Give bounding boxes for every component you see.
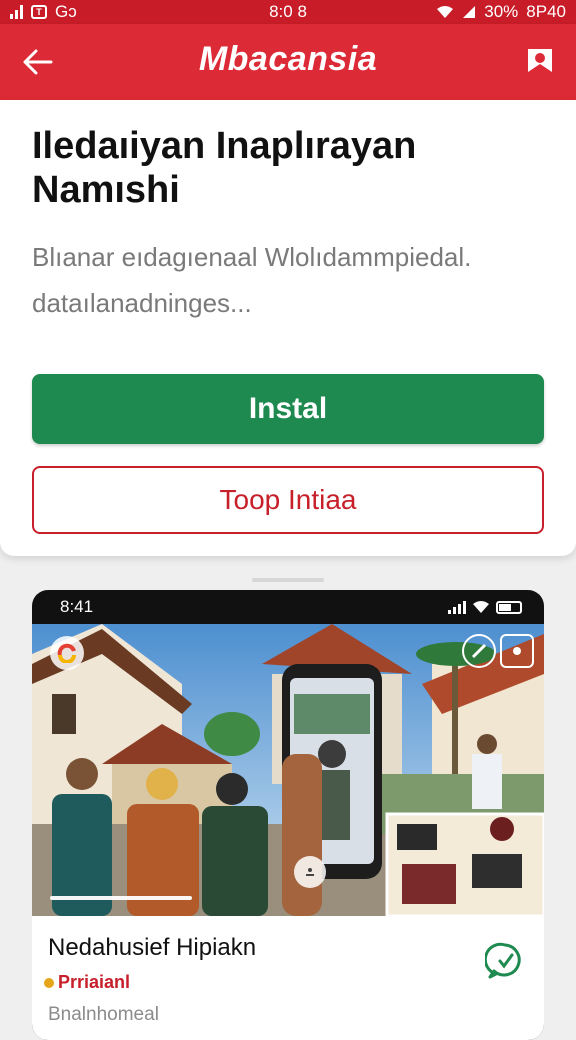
phone-status-icons [448, 600, 522, 614]
status-left: T Gↄ [10, 2, 77, 22]
phone-preview: 8:41 Nedahusief Hipiakn Prriaianl Bnalnh… [32, 590, 544, 1040]
signal-icon [10, 5, 23, 19]
news-title[interactable]: Nedahusief Hipiakn [48, 934, 256, 962]
status-extra: 8P40 [526, 2, 566, 21]
news-info-panel: Nedahusief Hipiakn Prriaianl Bnalnhomeal [32, 916, 544, 1040]
notification-icon: T [31, 5, 47, 19]
drag-handle[interactable] [252, 578, 324, 582]
status-left-label: Gↄ [55, 2, 77, 21]
phone-battery-icon [496, 600, 522, 614]
app-install-card: Iledaıiyan Inaplırayan Namıshi Blıanar e… [0, 100, 576, 556]
system-status-bar: T Gↄ 8:0 8 30% 8P40 [0, 0, 576, 24]
card-title: Iledaıiyan Inaplırayan Namıshi [32, 125, 417, 211]
bookmark-button[interactable] [522, 44, 558, 80]
battery-percent: 30% [484, 2, 519, 21]
card-description: Blıanar eıdagıenaal Wlolıdammpiedal. dat… [32, 242, 472, 318]
phone-wifi-icon [473, 601, 489, 613]
news-meta: Bnalnhomeal [48, 1004, 159, 1025]
install-button[interactable]: Instal [32, 374, 544, 444]
status-right: 30% 8P40 [436, 2, 566, 22]
wifi-icon [437, 6, 454, 18]
chat-button[interactable] [484, 940, 526, 982]
app-bar: Mbacansia [0, 24, 576, 100]
phone-status-bar: 8:41 [32, 590, 544, 624]
compass-icon[interactable] [462, 634, 496, 668]
phone-signal-icon [448, 600, 466, 614]
news-photo[interactable] [32, 624, 544, 916]
secondary-button[interactable]: Toop Intiaa [32, 466, 544, 534]
whatsapp-chat-icon [485, 942, 521, 979]
phone-time: 8:41 [60, 597, 94, 616]
badge-dot-icon [44, 977, 54, 988]
badge-label: Prriaianl [58, 972, 131, 992]
photo-progress-bar [50, 896, 192, 900]
share-icon[interactable] [500, 634, 534, 668]
camera-button-icon[interactable] [294, 856, 326, 888]
google-logo-icon[interactable] [50, 636, 84, 670]
photo-illustration [32, 624, 544, 916]
news-category-badge: Prriaianl [44, 972, 130, 993]
bookmark-flag-icon [528, 49, 552, 72]
cell-signal-icon [463, 6, 476, 18]
app-brand-logo: Mbacansia [198, 40, 378, 78]
